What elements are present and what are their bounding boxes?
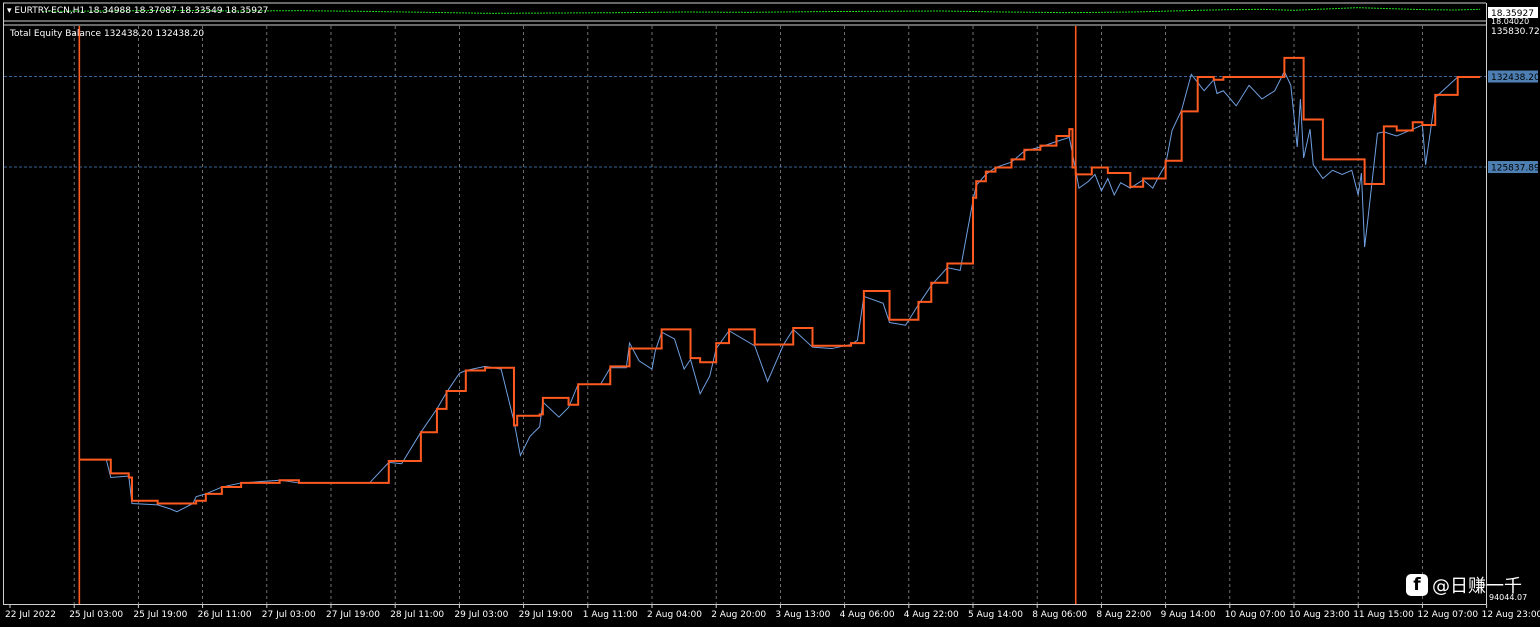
symbol-label[interactable]: ▾ EURTRY-ECN,H1 18.34988 18.37087 18.335… (7, 6, 268, 17)
x-tick-label-14: 4 Aug 22:00 (904, 610, 959, 620)
x-tick-label-23: 12 Aug 23:00 (1482, 610, 1540, 620)
chart-background (0, 0, 1540, 627)
x-tick-label-13: 4 Aug 06:00 (840, 610, 895, 620)
chevron-down-icon[interactable]: ▾ (7, 6, 12, 16)
x-tick-label-4: 27 Jul 03:00 (262, 610, 316, 620)
x-tick-label-8: 29 Jul 19:00 (519, 610, 573, 620)
x-tick-label-11: 2 Aug 20:00 (711, 610, 766, 620)
x-tick-label-10: 2 Aug 04:00 (647, 610, 702, 620)
level-tag-0: 132438.20 (1491, 73, 1540, 83)
y-axis-label-max: 135830.72 (1491, 27, 1540, 37)
indicator-label: Total Equity Balance 132438.20 132438.20 (10, 29, 205, 39)
watermark-text: @日赚一千 (1432, 576, 1522, 597)
x-tick-label-5: 27 Jul 19:00 (326, 610, 380, 620)
x-tick-label-9: 1 Aug 11:00 (583, 610, 638, 620)
facebook-icon: f (1406, 574, 1428, 596)
symbol-ohlc-text: EURTRY-ECN,H1 18.34988 18.37087 18.33549… (14, 6, 269, 16)
x-tick-label-1: 25 Jul 03:00 (69, 610, 123, 620)
x-tick-label-18: 9 Aug 14:00 (1161, 610, 1216, 620)
x-tick-label-17: 8 Aug 22:00 (1096, 610, 1151, 620)
level-tag-1: 125837.89 (1491, 164, 1540, 174)
mt4-chart-window[interactable]: 18.3592718.04020 22 Jul 2022 25 Jul 03:00… (0, 0, 1540, 627)
x-tick-label-19: 10 Aug 07:00 (1225, 610, 1286, 620)
x-tick-label-21: 11 Aug 15:00 (1353, 610, 1414, 620)
x-tick-label-16: 8 Aug 06:00 (1032, 610, 1087, 620)
price-low-label: 18.04020 (1491, 17, 1529, 26)
x-tick-label-15: 5 Aug 14:00 (968, 610, 1023, 620)
x-tick-label-3: 26 Jul 11:00 (198, 610, 252, 620)
x-tick-label-22: 12 Aug 07:00 (1417, 610, 1478, 620)
watermark: f @日赚一千 (1406, 572, 1522, 598)
x-tick-label-0: 22 Jul 2022 (5, 610, 56, 620)
x-tick-label-20: 10 Aug 23:00 (1289, 610, 1350, 620)
x-tick-label-7: 29 Jul 03:00 (454, 610, 508, 620)
x-tick-label-2: 25 Jul 19:00 (133, 610, 187, 620)
x-tick-label-12: 3 Aug 13:00 (775, 610, 830, 620)
x-tick-label-6: 28 Jul 11:00 (390, 610, 444, 620)
